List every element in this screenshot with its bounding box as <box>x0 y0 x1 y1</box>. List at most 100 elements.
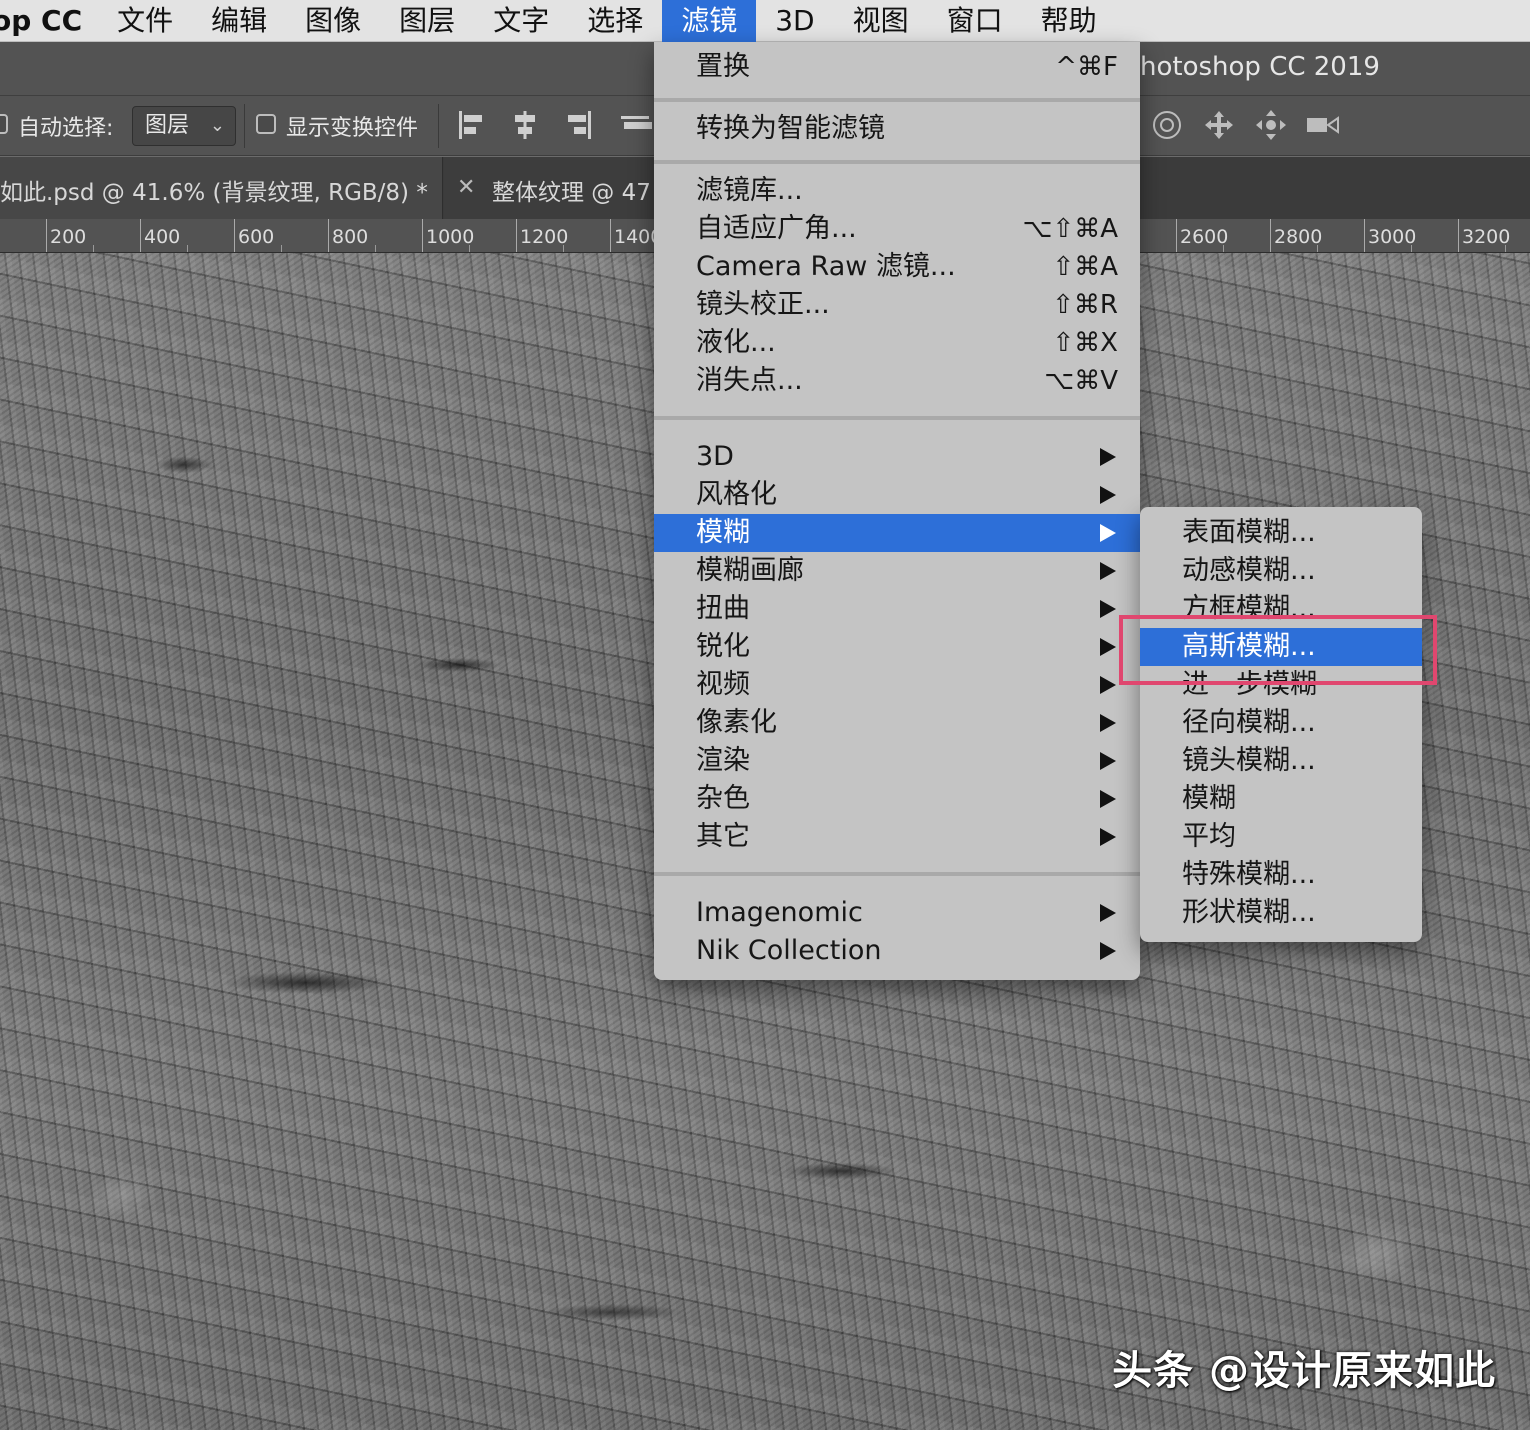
ruler-label: 1000 <box>426 226 475 248</box>
ruler-label: 600 <box>238 226 275 248</box>
shortcut-text: ⇧⌘R <box>1052 290 1118 320</box>
auto-select-label: 自动选择: <box>18 116 114 141</box>
menu-divider <box>654 98 1140 102</box>
submenu-arrow-icon <box>1100 562 1116 580</box>
ruler-label: 400 <box>144 226 181 248</box>
menu-item-video[interactable]: 视频 <box>654 666 1140 704</box>
auto-select-checkbox[interactable] <box>0 114 8 134</box>
3d-slide-icon[interactable] <box>1254 108 1288 142</box>
submenu-arrow-icon <box>1100 676 1116 694</box>
menu-window[interactable]: 窗口 <box>928 0 1022 42</box>
submenu-arrow-icon <box>1100 790 1116 808</box>
align-center-icon[interactable] <box>508 108 542 142</box>
menu-item-blur-gallery[interactable]: 模糊画廊 <box>654 552 1140 590</box>
submenu-item-lens-blur[interactable]: 镜头模糊... <box>1140 742 1422 780</box>
menu-item-lens-correction[interactable]: 镜头校正... ⇧⌘R <box>654 286 1140 324</box>
blur-submenu: 表面模糊... 动感模糊... 方框模糊... 高斯模糊... 进一步模糊 径向… <box>1140 507 1422 942</box>
options-divider <box>244 104 245 148</box>
submenu-arrow-icon <box>1100 904 1116 922</box>
menu-item-camera-raw[interactable]: Camera Raw 滤镜... ⇧⌘A <box>654 248 1140 286</box>
document-tab[interactable]: ✕ 整体纹理 @ 47 <box>444 157 664 219</box>
menu-divider <box>654 160 1140 164</box>
auto-select-value: 图层 <box>145 113 190 138</box>
menu-item-distort[interactable]: 扭曲 <box>654 590 1140 628</box>
menu-layer[interactable]: 图层 <box>380 0 474 42</box>
menu-item-vanishing-point[interactable]: 消失点... ⌥⌘V <box>654 362 1140 400</box>
menu-help[interactable]: 帮助 <box>1022 0 1116 42</box>
menu-item-other[interactable]: 其它 <box>654 818 1140 856</box>
menu-item-adaptive-wide-angle[interactable]: 自适应广角... ⌥⇧⌘A <box>654 210 1140 248</box>
submenu-arrow-icon <box>1100 638 1116 656</box>
menu-app-name[interactable]: op CC <box>0 0 98 42</box>
submenu-item-smart-blur[interactable]: 特殊模糊... <box>1140 856 1422 894</box>
menu-item-noise[interactable]: 杂色 <box>654 780 1140 818</box>
menu-item-imagenomic[interactable]: Imagenomic <box>654 894 1140 932</box>
show-transform-checkbox[interactable] <box>256 114 276 134</box>
ruler-label: 200 <box>50 226 87 248</box>
align-top-icon[interactable] <box>618 108 652 142</box>
3d-camera-icon[interactable] <box>1306 108 1340 142</box>
menu-item-liquify[interactable]: 液化... ⇧⌘X <box>654 324 1140 362</box>
menu-file[interactable]: 文件 <box>98 0 192 42</box>
close-icon[interactable]: ✕ <box>457 175 475 200</box>
menu-item-filter-gallery[interactable]: 滤镜库... <box>654 172 1140 210</box>
menu-select[interactable]: 选择 <box>568 0 662 42</box>
menu-divider <box>654 872 1140 876</box>
menu-item-convert-smart-filter[interactable]: 转换为智能滤镜 <box>654 110 1140 148</box>
ruler-label: 2600 <box>1180 226 1229 248</box>
menu-3d[interactable]: 3D <box>756 0 833 42</box>
menu-divider <box>654 416 1140 420</box>
menu-bar: op CC 文件 编辑 图像 图层 文字 选择 滤镜 3D 视图 窗口 帮助 <box>0 0 1530 42</box>
shortcut-text: ⇧⌘A <box>1052 252 1118 282</box>
submenu-item-average[interactable]: 平均 <box>1140 818 1422 856</box>
filter-menu: 置换 ^⌘F 转换为智能滤镜 滤镜库... 自适应广角... ⌥⇧⌘A Came… <box>654 42 1140 980</box>
window-title: hotoshop CC 2019 <box>1140 52 1380 82</box>
menu-item-3d[interactable]: 3D <box>654 438 1140 476</box>
ruler-label: 3000 <box>1368 226 1417 248</box>
submenu-arrow-icon <box>1100 448 1116 466</box>
ruler-label: 800 <box>332 226 369 248</box>
shortcut-text: ^⌘F <box>1055 52 1118 82</box>
annotation-highlight-box <box>1119 615 1437 685</box>
submenu-arrow-icon <box>1100 828 1116 846</box>
shortcut-text: ⌥⌘V <box>1044 366 1118 396</box>
ruler-label: 1200 <box>520 226 569 248</box>
menu-item-sharpen[interactable]: 锐化 <box>654 628 1140 666</box>
align-right-icon[interactable] <box>560 108 594 142</box>
submenu-arrow-icon <box>1100 942 1116 960</box>
submenu-item-blur[interactable]: 模糊 <box>1140 780 1422 818</box>
auto-select-dropdown[interactable]: 图层 ⌄ <box>132 106 236 146</box>
document-tab-label: 如此.psd @ 41.6% (背景纹理, RGB/8) * <box>0 180 428 206</box>
3d-pan-icon[interactable] <box>1202 108 1236 142</box>
menu-edit[interactable]: 编辑 <box>192 0 286 42</box>
menu-item-displace[interactable]: 置换 ^⌘F <box>654 48 1140 86</box>
menu-image[interactable]: 图像 <box>286 0 380 42</box>
submenu-arrow-icon <box>1100 486 1116 504</box>
submenu-item-motion-blur[interactable]: 动感模糊... <box>1140 552 1422 590</box>
ruler-label: 2800 <box>1274 226 1323 248</box>
chevron-down-icon: ⌄ <box>209 115 225 136</box>
menu-item-render[interactable]: 渲染 <box>654 742 1140 780</box>
document-tab-active[interactable]: 如此.psd @ 41.6% (背景纹理, RGB/8) * <box>0 157 443 219</box>
document-tab-label: 整体纹理 @ 47 <box>492 180 651 206</box>
align-left-icon[interactable] <box>456 108 490 142</box>
menu-item-stylize[interactable]: 风格化 <box>654 476 1140 514</box>
menu-item-pixelate[interactable]: 像素化 <box>654 704 1140 742</box>
submenu-item-shape-blur[interactable]: 形状模糊... <box>1140 894 1422 932</box>
submenu-arrow-icon <box>1100 752 1116 770</box>
submenu-item-radial-blur[interactable]: 径向模糊... <box>1140 704 1422 742</box>
submenu-item-surface-blur[interactable]: 表面模糊... <box>1140 514 1422 552</box>
menu-type[interactable]: 文字 <box>474 0 568 42</box>
ruler-label: 3200 <box>1462 226 1511 248</box>
submenu-arrow-icon <box>1100 524 1116 542</box>
submenu-arrow-icon <box>1100 600 1116 618</box>
menu-filter[interactable]: 滤镜 <box>662 0 757 42</box>
3d-rotate-icon[interactable] <box>1150 108 1184 142</box>
menu-item-blur[interactable]: 模糊 <box>654 514 1140 552</box>
menu-view[interactable]: 视图 <box>834 0 928 42</box>
shortcut-text: ⇧⌘X <box>1052 328 1118 358</box>
shortcut-text: ⌥⇧⌘A <box>1022 214 1118 244</box>
submenu-arrow-icon <box>1100 714 1116 732</box>
show-transform-label: 显示变换控件 <box>286 116 419 141</box>
menu-item-nik-collection[interactable]: Nik Collection <box>654 932 1140 970</box>
